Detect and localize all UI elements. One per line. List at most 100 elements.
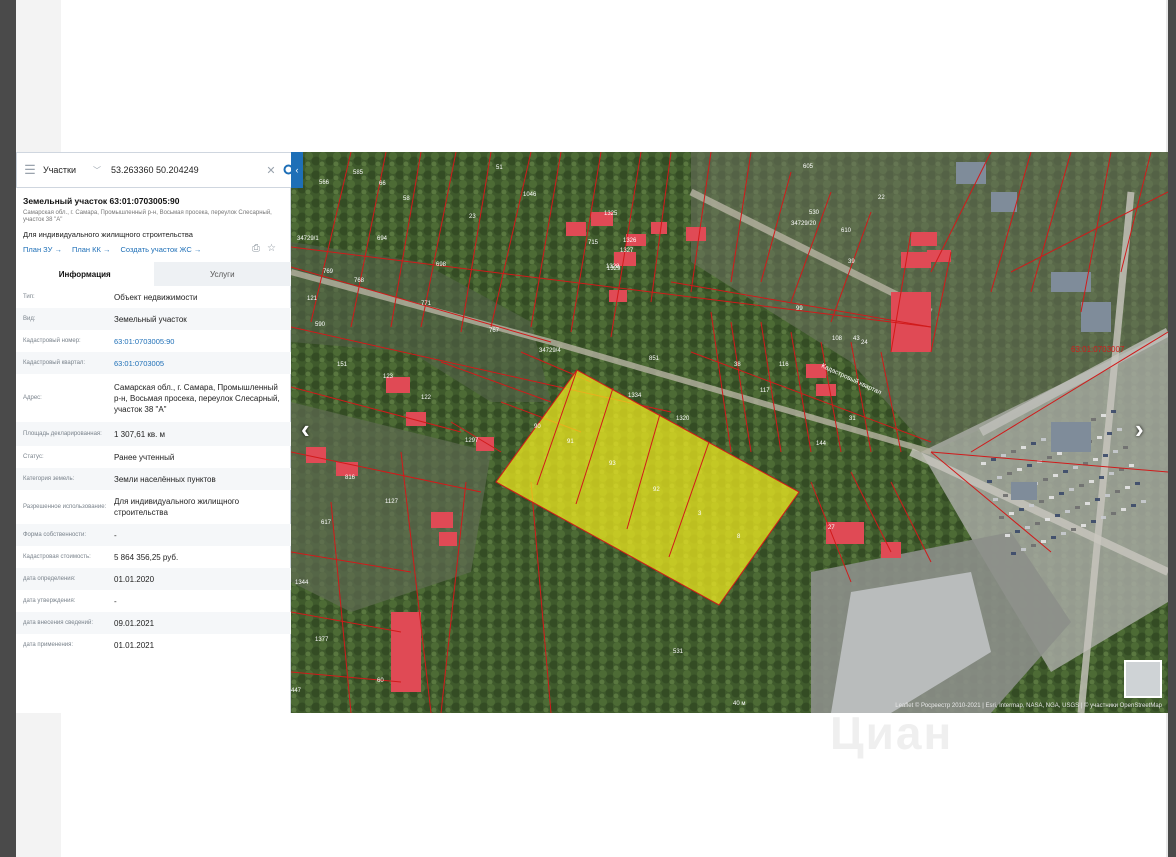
collapse-panel-button[interactable]: ‹ [291, 152, 303, 188]
attribute-value: 5 864 356,25 руб. [114, 552, 179, 562]
star-icon[interactable]: ☆ [267, 243, 276, 254]
layer-select[interactable]: Участки ﹀ [43, 165, 107, 176]
building [439, 532, 457, 546]
parked-car [1101, 516, 1106, 519]
parked-car [1005, 534, 1010, 537]
chevron-right-icon[interactable]: › [1135, 414, 1144, 445]
object-purpose: Для индивидуального жилищного строительс… [23, 230, 193, 239]
attribute-value: Для индивидуального жилищного строительс… [114, 497, 240, 517]
parcel-label: 715 [588, 240, 599, 246]
parked-car [1019, 508, 1024, 511]
attribute-key: Вид: [23, 315, 36, 322]
parcel-label: 122 [421, 395, 432, 401]
attribute-value: - [114, 596, 117, 606]
parked-car [1113, 450, 1118, 453]
parked-car [1135, 482, 1140, 485]
parcel-label: 605 [803, 164, 814, 170]
link-plan-zu[interactable]: План ЗУ → [23, 245, 62, 254]
layer-select-value: Участки [43, 165, 76, 175]
parcel-label: 121 [307, 296, 318, 302]
attribute-key: Кадастровый номер: [23, 337, 81, 344]
parked-car [1017, 468, 1022, 471]
parked-car [1091, 520, 1096, 523]
parked-car [1041, 540, 1046, 543]
parcel-label: 22 [878, 195, 885, 201]
attribute-key: дата внесения сведений: [23, 619, 93, 626]
parcel-label: 39 [848, 259, 855, 265]
building [406, 412, 426, 426]
attribute-key: Кадастровый квартал: [23, 359, 86, 366]
attribute-value: Ранее учтенный [114, 452, 175, 462]
parcel-label: 24 [861, 340, 868, 346]
menu-icon[interactable]: ☰ [17, 153, 43, 187]
map-scale: 40 м [733, 701, 746, 707]
map-canvas[interactable]: 566585665810465123 1325132613271328132971… [291, 152, 1168, 713]
parked-car [1103, 454, 1108, 457]
attribute-link[interactable]: 63:01:0703005:90 [114, 336, 284, 347]
building [891, 292, 931, 352]
attribute-value: Земли населённых пунктов [114, 474, 216, 484]
attribute-row: Разрешенное использование: Для индивидуал… [16, 490, 291, 524]
parked-car [1057, 452, 1062, 455]
parcel-label: 34729/4 [539, 348, 561, 354]
attribute-value: 1 307,61 кв. м [114, 429, 166, 439]
parcel-label: 90 [534, 424, 541, 430]
building [816, 384, 836, 396]
attribute-link[interactable]: 63:01:0703005 [114, 358, 284, 369]
layer-switcher[interactable] [1124, 660, 1162, 698]
building [1051, 422, 1091, 452]
parked-car [1111, 512, 1116, 515]
parcel-label: 144 [816, 441, 827, 447]
building [391, 612, 421, 692]
parked-car [1027, 464, 1032, 467]
attribute-key: Кадастровая стоимость: [23, 553, 91, 560]
parked-car [1125, 486, 1130, 489]
parked-car [1131, 504, 1136, 507]
parked-car [1069, 488, 1074, 491]
parked-car [1109, 472, 1114, 475]
search-input[interactable] [107, 155, 264, 185]
parcel-label: 1046 [523, 192, 537, 198]
satellite-map[interactable]: 566 585 66 58 1046 51 23 1325 1326 1327 1328 1329 71… [291, 152, 1168, 713]
print-icon[interactable]: ⎙ [252, 243, 260, 254]
parked-car [1075, 506, 1080, 509]
attribute-key: Площадь декларированная: [23, 430, 102, 437]
attribute-key: дата применения: [23, 641, 74, 648]
tab-services[interactable]: Услуги [153, 262, 291, 286]
parked-car [1141, 500, 1146, 503]
parked-car [1095, 498, 1100, 501]
parked-car [997, 476, 1002, 479]
parked-car [1009, 512, 1014, 515]
parcel-label: 530 [809, 210, 820, 216]
building [1011, 482, 1037, 500]
link-create-plot[interactable]: Создать участок ЖС → [120, 245, 201, 254]
attribute-row: Площадь декларированная: 1 307,61 кв. м [16, 422, 291, 446]
parcel-label: 610 [841, 228, 852, 234]
parcel-label: 34729/20 [791, 221, 817, 227]
parked-car [987, 480, 992, 483]
parcel-label: 34729/1 [297, 236, 319, 242]
parked-car [1123, 446, 1128, 449]
parcel-label: 92 [653, 487, 660, 493]
parcel-label: 851 [649, 356, 660, 362]
parked-car [1021, 446, 1026, 449]
parcel-label: 99 [796, 306, 803, 312]
parcel-label: 767 [489, 328, 500, 334]
parked-car [1093, 458, 1098, 461]
parcel-label: 31 [849, 416, 856, 422]
parcel-label: 816 [345, 475, 356, 481]
parked-car [1053, 474, 1058, 477]
parked-car [1055, 514, 1060, 517]
tab-info[interactable]: Информация [16, 262, 154, 286]
tabs: Информация Услуги [16, 262, 291, 286]
parked-car [1105, 494, 1110, 497]
building [881, 542, 901, 558]
parked-car [1031, 544, 1036, 547]
chevron-left-icon[interactable]: ‹ [301, 414, 310, 445]
object-title: Земельный участок 63:01:0703005:90 [23, 196, 180, 206]
link-plan-kk[interactable]: План КК → [72, 245, 111, 254]
parked-car [999, 516, 1004, 519]
building [991, 192, 1017, 212]
parcel-label: 1320 [676, 416, 690, 422]
close-icon[interactable]: ✕ [264, 164, 278, 177]
